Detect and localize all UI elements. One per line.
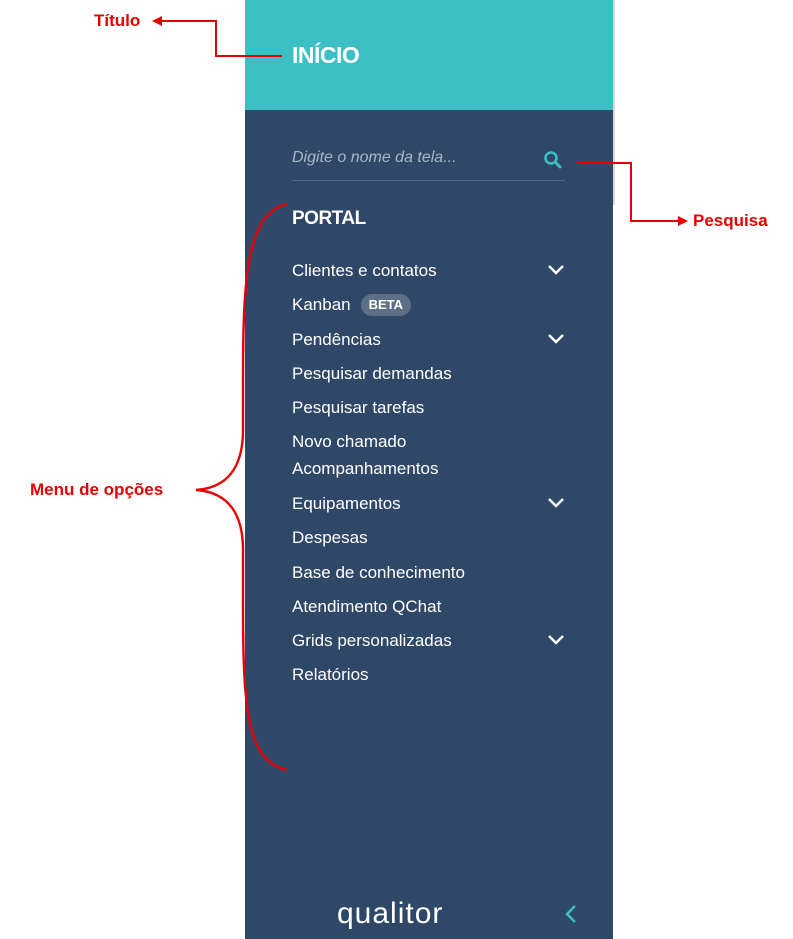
menu-brace xyxy=(195,202,288,772)
search-arrow-line xyxy=(577,162,680,222)
title-arrow-head xyxy=(152,16,162,26)
search-arrow-head xyxy=(678,216,688,226)
annotation-overlay xyxy=(152,16,688,772)
title-arrow-line xyxy=(160,20,282,57)
